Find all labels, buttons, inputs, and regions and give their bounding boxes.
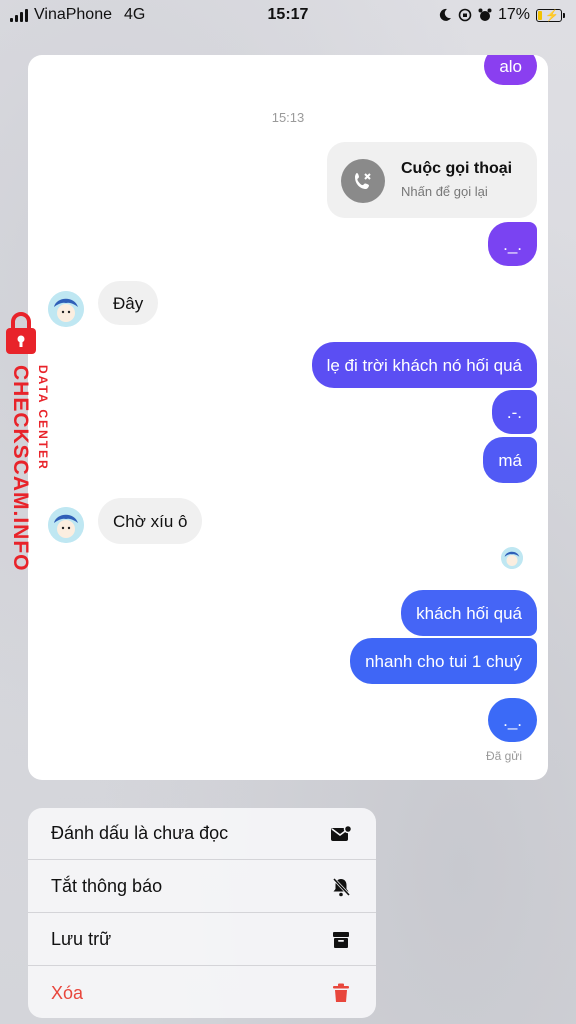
menu-item-delete[interactable]: Xóa	[28, 967, 376, 1018]
alarm-icon	[478, 8, 492, 21]
moon-icon	[439, 8, 451, 21]
sent-status: Đã gửi	[485, 749, 522, 763]
message-outgoing: .-.	[491, 390, 537, 434]
message-outgoing: ._.	[488, 698, 537, 742]
missed-call-icon	[341, 159, 385, 203]
menu-item-mark-unread[interactable]: Đánh dấu là chưa đọc	[28, 808, 376, 860]
trash-icon	[330, 982, 352, 1004]
mark-unread-icon	[330, 823, 352, 845]
menu-item-label: Tắt thông báo	[51, 876, 163, 896]
missed-call-card[interactable]: Cuộc gọi thoại Nhấn để gọi lại	[327, 142, 537, 218]
message-outgoing: ._.	[488, 222, 537, 266]
status-right: 17% ⚡	[438, 6, 565, 24]
menu-item-label: Đánh dấu là chưa đọc	[51, 823, 229, 843]
lock-icon	[6, 312, 36, 354]
archive-icon	[330, 929, 352, 951]
call-title: Cuộc gọi thoại	[401, 160, 513, 177]
message-outgoing: má	[483, 437, 537, 483]
menu-item-label: Xóa	[51, 982, 84, 1003]
message-incoming: Đây	[98, 281, 159, 325]
message-incoming: Chờ xíu ô	[98, 498, 203, 544]
context-menu: Đánh dấu là chưa đọc Tắt thông báo Lưu t…	[28, 808, 376, 1018]
call-subtitle: Nhấn để gọi lại	[401, 184, 488, 199]
message-outgoing: alo	[484, 55, 537, 85]
bell-off-icon	[330, 876, 352, 898]
message-outgoing: nhanh cho tui 1 chuý	[350, 638, 537, 684]
message-outgoing: lẹ đi trời khách nó hối quá	[311, 342, 537, 388]
menu-item-mute[interactable]: Tắt thông báo	[28, 861, 376, 913]
menu-item-label: Lưu trữ	[51, 929, 112, 949]
watermark-brand: CHECKSCAM.INFO	[9, 365, 32, 572]
read-receipt-avatar	[501, 547, 523, 569]
watermark: CHECKSCAM.INFO DATA CENTER	[0, 305, 70, 595]
menu-item-archive[interactable]: Lưu trữ	[28, 914, 376, 966]
timestamp-label: 15:13	[271, 110, 305, 125]
battery-percent: 17%	[497, 6, 530, 23]
rotation-lock-icon	[458, 8, 472, 22]
battery-icon: ⚡	[536, 8, 565, 22]
message-outgoing: khách hối quá	[401, 590, 537, 636]
watermark-sub: DATA CENTER	[36, 365, 50, 471]
chat-preview-card[interactable]: alo 15:13 Cuộc gọi thoại Nhấn để gọi lại…	[28, 55, 548, 780]
status-bar: VinaPhone 4G 15:17 17% ⚡	[0, 0, 576, 32]
